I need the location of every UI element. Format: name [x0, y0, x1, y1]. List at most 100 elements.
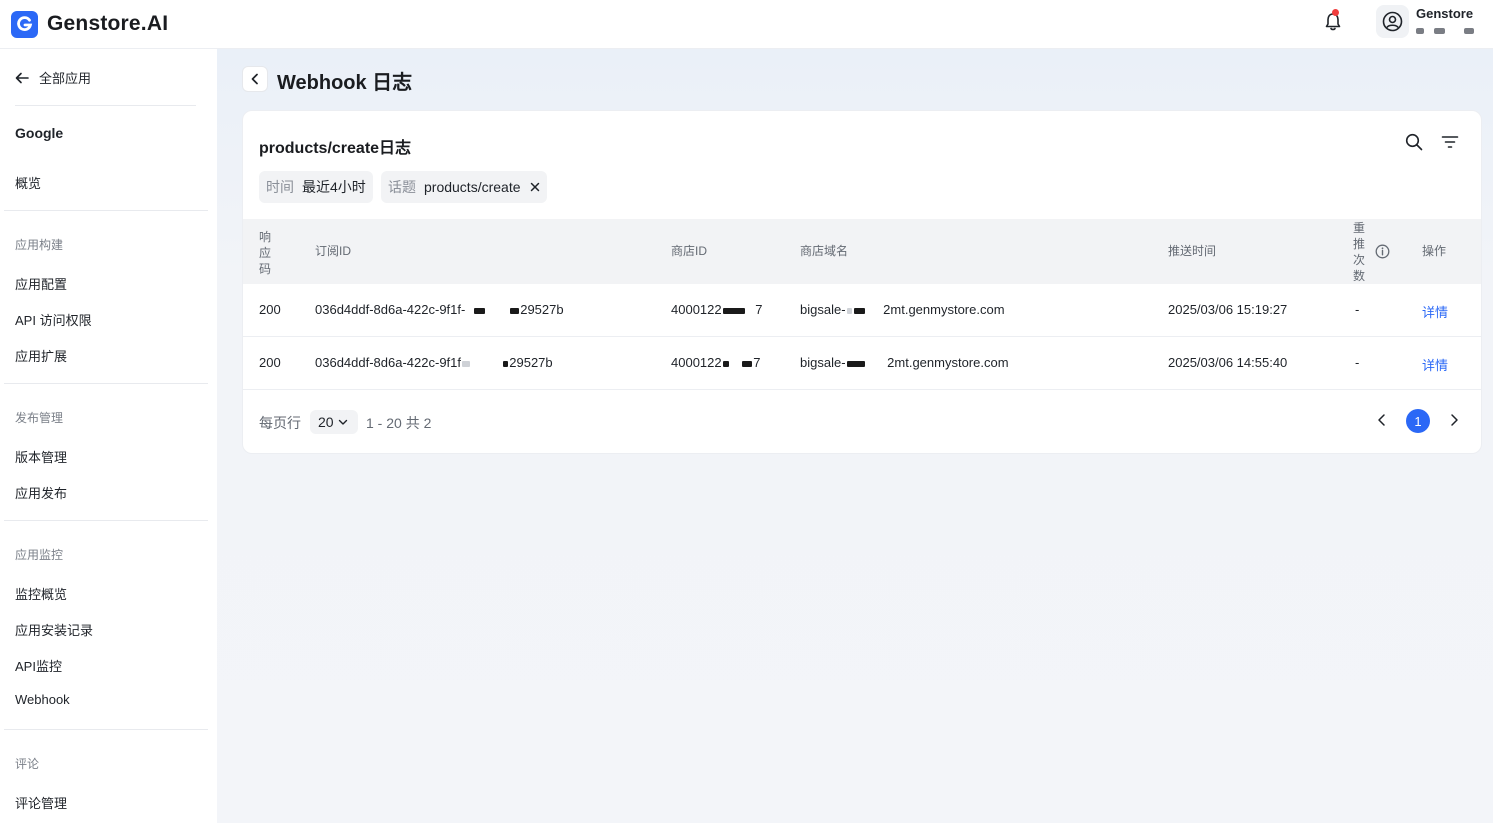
redacted-mask [722, 360, 729, 367]
shop-id-prefix: 4000122 [671, 355, 722, 370]
filter-value: products/create [424, 179, 521, 195]
cell-code: 200 [259, 302, 281, 317]
cell-shop-id: 4000122 7 [671, 355, 760, 370]
sidebar-item-api-access[interactable]: API 访问权限 [15, 310, 92, 329]
sidebar-item-webhook[interactable]: Webhook [15, 692, 70, 707]
cell-retries: - [1355, 355, 1360, 370]
info-icon[interactable] [1375, 244, 1390, 259]
column-header-retries: 重推次数 [1353, 221, 1366, 283]
cell-push-time: 2025/03/06 14:55:40 [1168, 355, 1288, 370]
sidebar-item-publish[interactable]: 应用发布 [15, 483, 67, 502]
chevron-right-icon[interactable] [1447, 413, 1461, 427]
redacted-mask [742, 360, 753, 367]
filter-chip-time[interactable]: 时间 最近4小时 [259, 171, 373, 203]
cell-code: 200 [259, 355, 281, 370]
divider [4, 729, 208, 730]
divider [4, 383, 208, 384]
filter-chip-topic[interactable]: 话题 products/create [381, 171, 547, 203]
sidebar-item-app-extensions[interactable]: 应用扩展 [15, 346, 67, 365]
sidebar-item-overview[interactable]: 概览 [15, 173, 41, 192]
sidebar-group-build: 应用构建 [15, 238, 64, 252]
domain-suffix: 2mt.genmystore.com [887, 355, 1009, 370]
cell-shop-id: 4000122 7 [671, 302, 762, 317]
shop-id-suffix: 7 [753, 355, 761, 370]
column-header-shop-domain: 商店域名 [800, 244, 849, 258]
divider [15, 105, 196, 106]
sidebar-item-install-records[interactable]: 应用安装记录 [15, 620, 93, 639]
sub-id-prefix: 036d4ddf-8d6a-422c-9f1f- [315, 302, 466, 317]
sidebar-item-monitor-overview[interactable]: 监控概览 [15, 584, 67, 603]
sidebar-group-release: 发布管理 [15, 411, 64, 425]
cell-shop-domain: bigsale- 2mt.genmystore.com [800, 355, 1009, 370]
redacted-mask [1416, 28, 1424, 34]
filter-icon[interactable] [1441, 134, 1459, 150]
redacted-mask [846, 307, 852, 314]
domain-suffix: 2mt.genmystore.com [883, 302, 1005, 317]
redacted-mask [1464, 28, 1474, 34]
back-label: 全部应用 [39, 71, 92, 86]
redacted-mask [846, 360, 865, 367]
sidebar: 全部应用 Google 概览 应用构建 应用配置 API 访问权限 应用扩展 发… [0, 49, 217, 823]
cell-push-time: 2025/03/06 15:19:27 [1168, 302, 1288, 317]
table-row: 200 036d4ddf-8d6a-422c-9f1f- 29527b 4000… [243, 284, 1481, 337]
cell-subscription-id: 036d4ddf-8d6a-422c-9f1f- 29527b [315, 302, 564, 317]
close-icon[interactable] [530, 182, 540, 192]
rows-per-page-select[interactable]: 20 [310, 410, 358, 434]
pagination: 每页行 20 1 - 20 共 2 1 [243, 389, 1481, 453]
pagination-range: 1 - 20 共 2 [366, 415, 432, 431]
details-link[interactable]: 详情 [1422, 302, 1448, 321]
top-bar: Genstore.AI [0, 0, 1493, 49]
search-icon[interactable] [1405, 133, 1423, 151]
chevron-down-icon [338, 419, 347, 425]
app-name: Genstore.AI [47, 12, 169, 35]
filter-key: 时间 [266, 179, 294, 195]
arrow-left-icon [15, 72, 29, 83]
divider [4, 520, 208, 521]
page-title: Webhook 日志 [277, 72, 413, 94]
notification-dot [1332, 9, 1339, 16]
rows-per-page-value: 20 [318, 414, 334, 430]
sidebar-app-name[interactable]: Google [15, 125, 63, 141]
sidebar-item-versions[interactable]: 版本管理 [15, 447, 67, 466]
cell-retries: - [1355, 302, 1360, 317]
sidebar-group-monitoring: 应用监控 [15, 548, 64, 562]
user-circle-icon [1382, 11, 1403, 32]
cell-subscription-id: 036d4ddf-8d6a-422c-9f1f 29527b [315, 355, 553, 370]
user-avatar[interactable] [1376, 5, 1409, 38]
redacted-mask [853, 307, 865, 314]
redacted-mask [1434, 28, 1445, 34]
genstore-logo-icon [11, 10, 38, 38]
cell-shop-domain: bigsale- 2mt.genmystore.com [800, 302, 1005, 317]
column-header-subscription-id: 订阅ID [315, 244, 352, 258]
redacted-mask [462, 360, 471, 367]
page-number-button[interactable]: 1 [1406, 409, 1430, 433]
sidebar-item-api-monitor[interactable]: API监控 [15, 656, 62, 675]
app-logo[interactable]: Genstore.AI [11, 10, 169, 38]
column-header-push-time: 推送时间 [1168, 244, 1217, 258]
redacted-mask [722, 307, 745, 314]
chevron-left-icon[interactable] [1375, 413, 1389, 427]
column-header-code: 响应码 [259, 230, 272, 276]
table-header: 响应码 订阅ID 商店ID 商店域名 推送时间 重推次数 操作 [243, 219, 1481, 284]
redacted-gap [476, 361, 498, 367]
redacted-gap [870, 361, 886, 367]
redacted-mask [473, 307, 485, 314]
domain-prefix: bigsale- [800, 355, 846, 370]
sub-id-suffix: 29527b [509, 355, 553, 370]
back-to-all-apps-link[interactable]: 全部应用 [15, 68, 91, 87]
sidebar-item-review-management[interactable]: 评论管理 [15, 793, 67, 812]
filter-key: 话题 [388, 179, 416, 195]
back-button[interactable] [242, 66, 268, 92]
sidebar-item-app-config[interactable]: 应用配置 [15, 274, 67, 293]
shop-id-prefix: 4000122 [671, 302, 722, 317]
card-title: products/create日志 [259, 140, 412, 157]
log-card: products/create日志 时间 最近4小时 话题 products/c… [242, 110, 1482, 454]
user-name[interactable]: Genstore [1416, 6, 1473, 21]
details-link[interactable]: 详情 [1422, 355, 1448, 374]
column-header-shop-id: 商店ID [671, 244, 708, 258]
column-header-actions: 操作 [1422, 244, 1447, 258]
redacted-mask [510, 307, 520, 314]
sidebar-group-reviews: 评论 [15, 757, 40, 771]
redacted-mask [503, 360, 509, 367]
divider [4, 210, 208, 211]
